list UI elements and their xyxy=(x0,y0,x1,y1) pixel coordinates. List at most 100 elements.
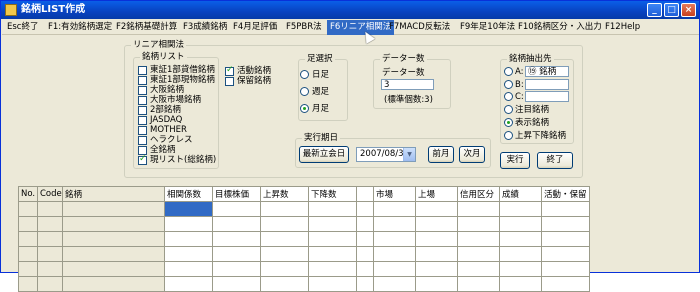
table-cell[interactable] xyxy=(457,261,500,277)
stock-list-checkbox[interactable] xyxy=(138,116,147,125)
table-cell[interactable] xyxy=(62,216,165,232)
table-cell[interactable] xyxy=(18,216,38,232)
table-cell[interactable] xyxy=(356,276,374,292)
table-cell[interactable] xyxy=(212,216,261,232)
table-cell[interactable] xyxy=(18,231,38,247)
table-cell[interactable] xyxy=(499,246,542,262)
date-select[interactable]: 2007/08/31 ▼ xyxy=(356,147,416,162)
table-cell[interactable] xyxy=(37,276,63,292)
col-correlation[interactable]: 相関係数 xyxy=(164,186,213,202)
table-cell[interactable] xyxy=(260,261,309,277)
menu-esc-exit[interactable]: Esc終了 xyxy=(4,20,41,35)
table-cell[interactable] xyxy=(373,216,416,232)
table-cell[interactable] xyxy=(541,246,590,262)
extract-c-radio[interactable] xyxy=(504,92,513,101)
table-cell[interactable] xyxy=(373,261,416,277)
table-cell[interactable] xyxy=(541,261,590,277)
table-cell[interactable] xyxy=(62,246,165,262)
table-cell[interactable] xyxy=(18,261,38,277)
table-cell[interactable] xyxy=(308,276,357,292)
extract-a-field[interactable]: ⑲ 銘柄 xyxy=(525,66,569,77)
run-button[interactable]: 実行 xyxy=(500,152,530,169)
menu-f4[interactable]: F4月足評価 xyxy=(230,20,280,35)
table-cell[interactable] xyxy=(62,261,165,277)
table-row[interactable] xyxy=(18,276,590,292)
menu-f12[interactable]: F12Help xyxy=(602,20,643,35)
table-cell[interactable] xyxy=(18,276,38,292)
menu-f2[interactable]: F2銘柄基礎計算 xyxy=(113,20,180,35)
next-month-button[interactable]: 次月 xyxy=(459,146,485,163)
table-cell[interactable] xyxy=(541,201,590,217)
col-activity[interactable]: 活動・保留 xyxy=(541,186,590,202)
table-cell[interactable] xyxy=(308,246,357,262)
col-blank[interactable] xyxy=(356,186,374,202)
table-cell[interactable] xyxy=(415,201,458,217)
table-cell[interactable] xyxy=(415,261,458,277)
table-cell[interactable] xyxy=(212,276,261,292)
col-name[interactable]: 銘柄 xyxy=(62,186,165,202)
table-cell[interactable] xyxy=(37,216,63,232)
table-cell[interactable] xyxy=(37,201,63,217)
table-row[interactable] xyxy=(18,216,590,232)
extract-watch-radio[interactable] xyxy=(504,105,513,114)
table-cell[interactable] xyxy=(164,261,213,277)
table-cell[interactable] xyxy=(457,276,500,292)
table-cell[interactable] xyxy=(37,246,63,262)
bar-monthly-radio[interactable] xyxy=(300,104,309,113)
close-button[interactable]: × xyxy=(681,3,696,17)
table-cell[interactable] xyxy=(457,246,500,262)
stock-list-checkbox[interactable] xyxy=(138,126,147,135)
table-cell[interactable] xyxy=(373,201,416,217)
col-no[interactable]: No. xyxy=(18,186,38,202)
table-cell[interactable] xyxy=(373,246,416,262)
col-listing[interactable]: 上場 xyxy=(415,186,458,202)
table-row[interactable] xyxy=(18,231,590,247)
col-credit[interactable]: 信用区分 xyxy=(457,186,500,202)
results-grid[interactable]: No. Code 銘柄 相関係数 目標株価 上昇数 下降数 市場 上場 信用区分… xyxy=(18,186,698,292)
table-cell[interactable] xyxy=(260,231,309,247)
table-cell[interactable] xyxy=(164,276,213,292)
extract-display-radio[interactable] xyxy=(504,118,513,127)
col-market[interactable]: 市場 xyxy=(373,186,416,202)
table-cell[interactable] xyxy=(260,201,309,217)
table-cell[interactable] xyxy=(308,201,357,217)
table-cell[interactable] xyxy=(18,246,38,262)
table-cell[interactable] xyxy=(164,246,213,262)
table-cell[interactable] xyxy=(541,276,590,292)
table-cell[interactable] xyxy=(308,216,357,232)
col-down-count[interactable]: 下降数 xyxy=(308,186,357,202)
table-cell[interactable] xyxy=(356,216,374,232)
table-cell[interactable] xyxy=(499,276,542,292)
menu-f3[interactable]: F3成績銘柄 xyxy=(180,20,230,35)
table-cell[interactable] xyxy=(356,246,374,262)
table-cell[interactable] xyxy=(212,246,261,262)
col-code[interactable]: Code xyxy=(37,186,63,202)
table-cell[interactable] xyxy=(499,261,542,277)
table-cell[interactable] xyxy=(373,276,416,292)
col-result[interactable]: 成績 xyxy=(499,186,542,202)
maximize-button[interactable]: □ xyxy=(664,3,679,17)
table-cell[interactable] xyxy=(37,261,63,277)
table-cell[interactable] xyxy=(308,261,357,277)
status-checkbox[interactable] xyxy=(225,65,234,76)
table-cell[interactable] xyxy=(164,201,213,217)
col-up-count[interactable]: 上昇数 xyxy=(260,186,309,202)
table-cell[interactable] xyxy=(415,231,458,247)
table-cell[interactable] xyxy=(62,231,165,247)
table-row[interactable] xyxy=(18,201,590,217)
table-cell[interactable] xyxy=(212,201,261,217)
data-count-input[interactable]: 3 xyxy=(381,79,434,90)
latest-date-button[interactable]: 最新立会日 xyxy=(299,146,349,163)
table-cell[interactable] xyxy=(62,201,165,217)
table-cell[interactable] xyxy=(18,201,38,217)
extract-b-radio[interactable] xyxy=(504,80,513,89)
stock-list-checkbox[interactable] xyxy=(138,106,147,115)
stock-list-checkbox[interactable] xyxy=(138,154,147,165)
menu-f10[interactable]: F10銘柄区分・入出力 xyxy=(515,20,605,35)
stock-list-checkbox[interactable] xyxy=(138,86,147,95)
table-cell[interactable] xyxy=(164,231,213,247)
table-row[interactable] xyxy=(18,261,590,277)
table-cell[interactable] xyxy=(541,216,590,232)
table-cell[interactable] xyxy=(457,216,500,232)
table-cell[interactable] xyxy=(499,231,542,247)
